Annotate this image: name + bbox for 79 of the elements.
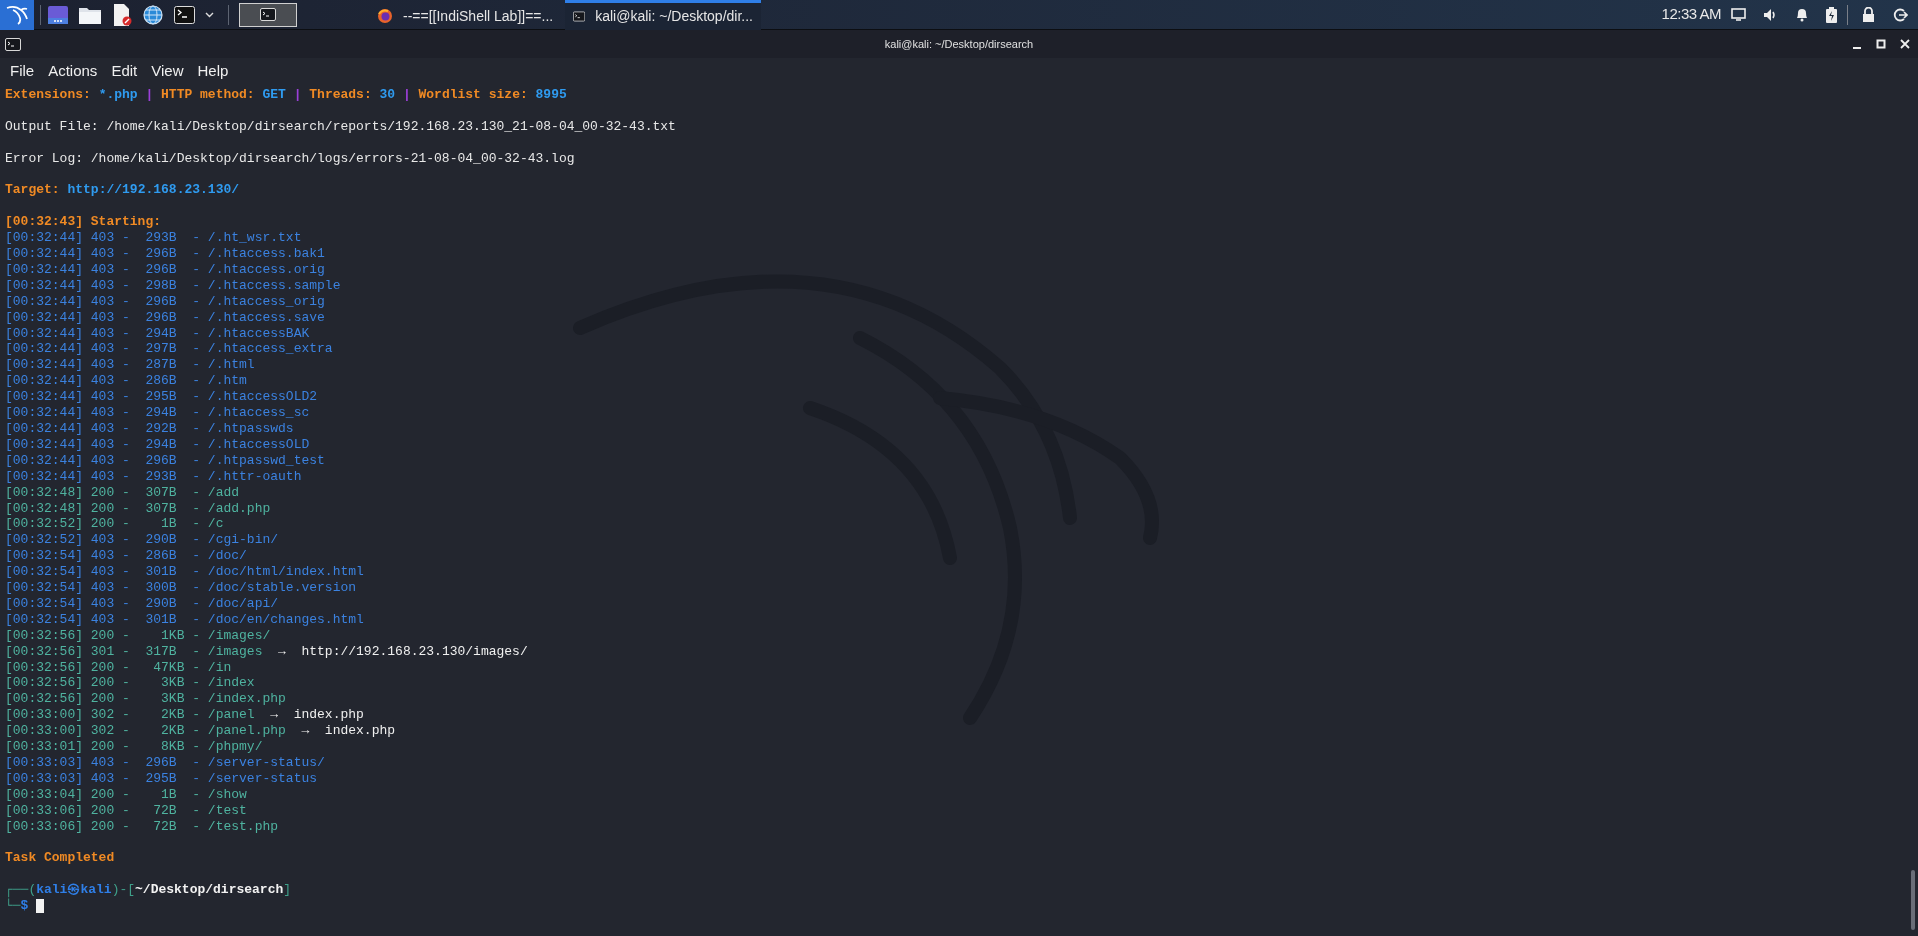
log-line: [00:32:56] 200 - 3KB - /index.php — [5, 691, 286, 708]
log-line: [00:33:00] 302 - 2KB - /panel.php → index.php — [5, 723, 396, 740]
log-line: [00:32:54] 403 - 300B - /doc/stable.version — [5, 580, 357, 596]
text-cursor — [36, 899, 45, 914]
log-line: [00:32:44] 403 - 293B - /.httr-oauth — [5, 468, 302, 485]
menu-item[interactable]: Actions — [42, 60, 104, 83]
kali-menu-button[interactable] — [0, 0, 34, 30]
dragon-logo-icon — [5, 3, 29, 26]
document-icon — [112, 3, 132, 26]
log-line: [00:32:44] 403 - 298B - /.htaccess.sample — [5, 277, 341, 294]
terminal-icon — [260, 8, 276, 21]
starting-line: [00:32:43] Starting: — [5, 214, 163, 231]
log-line: [00:32:56] 301 - 317B - /images → http://192.168.23.130/images/ — [5, 643, 528, 660]
log-line: [00:32:44] 403 - 295B - /.htaccessOLD2 — [5, 389, 318, 406]
log-line: [00:32:48] 200 - 307B - /add.php — [5, 500, 271, 517]
log-line: [00:32:56] 200 - 3KB - /index — [5, 675, 255, 692]
log-line: [00:33:04] 200 - 1B - /show — [5, 786, 247, 803]
output-file-line: Output File: /home/kali/Desktop/dirsearch/reports/192.168.23.130_21-08-04_00-32-43.txt — [5, 118, 677, 135]
log-line: [00:32:44] 403 - 296B - /.htaccess.orig — [5, 261, 325, 278]
launcher-button[interactable] — [111, 1, 133, 28]
log-line: [00:32:44] 403 - 294B - /.htaccessOLD — [5, 436, 310, 453]
log-line: [00:33:00] 302 - 2KB - /panel → index.php — [5, 707, 364, 724]
terminal-icon — [573, 9, 586, 23]
logout-icon[interactable] — [1893, 7, 1908, 22]
browser-icon — [377, 8, 393, 24]
terminal-icon — [174, 5, 195, 24]
log-line: [00:32:54] 403 - 301B - /doc/html/index.html — [5, 564, 364, 581]
log-line: [00:32:52] 200 - 1B - /c — [5, 516, 224, 533]
menu-item[interactable]: File — [4, 60, 41, 83]
log-line: [00:32:44] 403 - 286B - /.htm — [5, 373, 247, 390]
log-line: [00:33:03] 403 - 296B - /server-status/ — [5, 755, 325, 771]
volume-icon[interactable] — [1763, 7, 1778, 22]
menu-item[interactable]: View — [145, 60, 190, 83]
log-line: [00:32:44] 403 - 293B - /.ht_wsr.txt — [5, 230, 302, 246]
terminal-icon — [5, 37, 21, 51]
log-line: [00:33:06] 200 - 72B - /test.php — [5, 818, 279, 835]
log-line: [00:33:01] 200 - 8KB - /phpmy/ — [5, 739, 263, 755]
menu-item[interactable]: Help — [191, 60, 235, 83]
menu-item[interactable]: Edit — [105, 60, 144, 83]
caret-icon[interactable] — [205, 11, 214, 18]
battery-icon[interactable] — [1826, 6, 1837, 23]
maximize-icon[interactable] — [1876, 39, 1886, 49]
log-line: [00:32:44] 403 - 294B - /.htaccessBAK — [5, 325, 310, 342]
prompt-line: ┌──(kali㉿kali)-[~/Desktop/dirsearch] — [5, 882, 292, 899]
log-line: [00:33:06] 200 - 72B - /test — [5, 802, 247, 819]
target-line: Target: http://192.168.23.130/ — [5, 182, 241, 199]
desktop-icon — [48, 5, 68, 24]
lock-icon[interactable] — [1862, 7, 1875, 22]
log-line: [00:32:56] 200 - 1KB - /images/ — [5, 627, 271, 644]
log-line: [00:32:56] 200 - 47KB - /in — [5, 659, 232, 676]
globe-icon — [143, 4, 163, 25]
task-completed-line: Task Completed — [5, 850, 116, 867]
workspace-button[interactable] — [239, 2, 297, 27]
bell-icon[interactable] — [1795, 7, 1809, 22]
folder-icon — [79, 5, 101, 24]
error-log-line: Error Log: /home/kali/Desktop/dirsearch/logs/errors-21-08-04_00-32-43.log — [5, 150, 576, 167]
log-line: [00:32:48] 200 - 307B - /add — [5, 484, 240, 501]
window-title: kali@kali: ~/Desktop/dirsearch — [884, 36, 1034, 52]
log-line: [00:32:44] 403 - 294B - /.htaccess_sc — [5, 405, 310, 421]
log-line: [00:32:44] 403 - 296B - /.htaccess.save — [5, 309, 325, 326]
log-line: [00:32:44] 403 - 287B - /.html — [5, 357, 255, 374]
log-line: [00:32:44] 403 - 296B - /.htpasswd_test — [5, 452, 325, 469]
log-line: [00:32:54] 403 - 290B - /doc/api/ — [5, 595, 279, 612]
log-line: [00:32:44] 403 - 292B - /.htpasswds — [5, 420, 294, 437]
log-line: [00:32:54] 403 - 286B - /doc/ — [5, 548, 247, 565]
scrollbar[interactable] — [1911, 870, 1915, 930]
log-line: [00:33:03] 403 - 295B - /server-status — [5, 770, 318, 787]
task-button[interactable]: kali@kali: ~/Desktop/dir... — [565, 0, 761, 30]
log-line: [00:32:52] 403 - 290B - /cgi-bin/ — [5, 532, 279, 549]
scan-summary: Extensions: *.php | HTTP method: GET | Threads: 30 | Wordlist size: 8995 — [5, 87, 568, 103]
prompt-symbol: └─$ — [5, 898, 29, 915]
log-line: [00:32:44] 403 - 296B - /.htaccess.bak1 — [5, 246, 325, 262]
log-line: [00:32:44] 403 - 297B - /.htaccess_extra — [5, 341, 333, 358]
clock[interactable]: 12:33 AM — [1661, 3, 1721, 26]
close-icon[interactable] — [1900, 39, 1910, 49]
log-line: [00:32:44] 403 - 296B - /.htaccess_orig — [5, 293, 325, 310]
task-button[interactable]: --==[[IndiShell Lab]]==... — [369, 0, 565, 30]
log-line: [00:32:54] 403 - 301B - /doc/en/changes.html — [5, 611, 364, 628]
display-icon[interactable] — [1731, 8, 1746, 21]
